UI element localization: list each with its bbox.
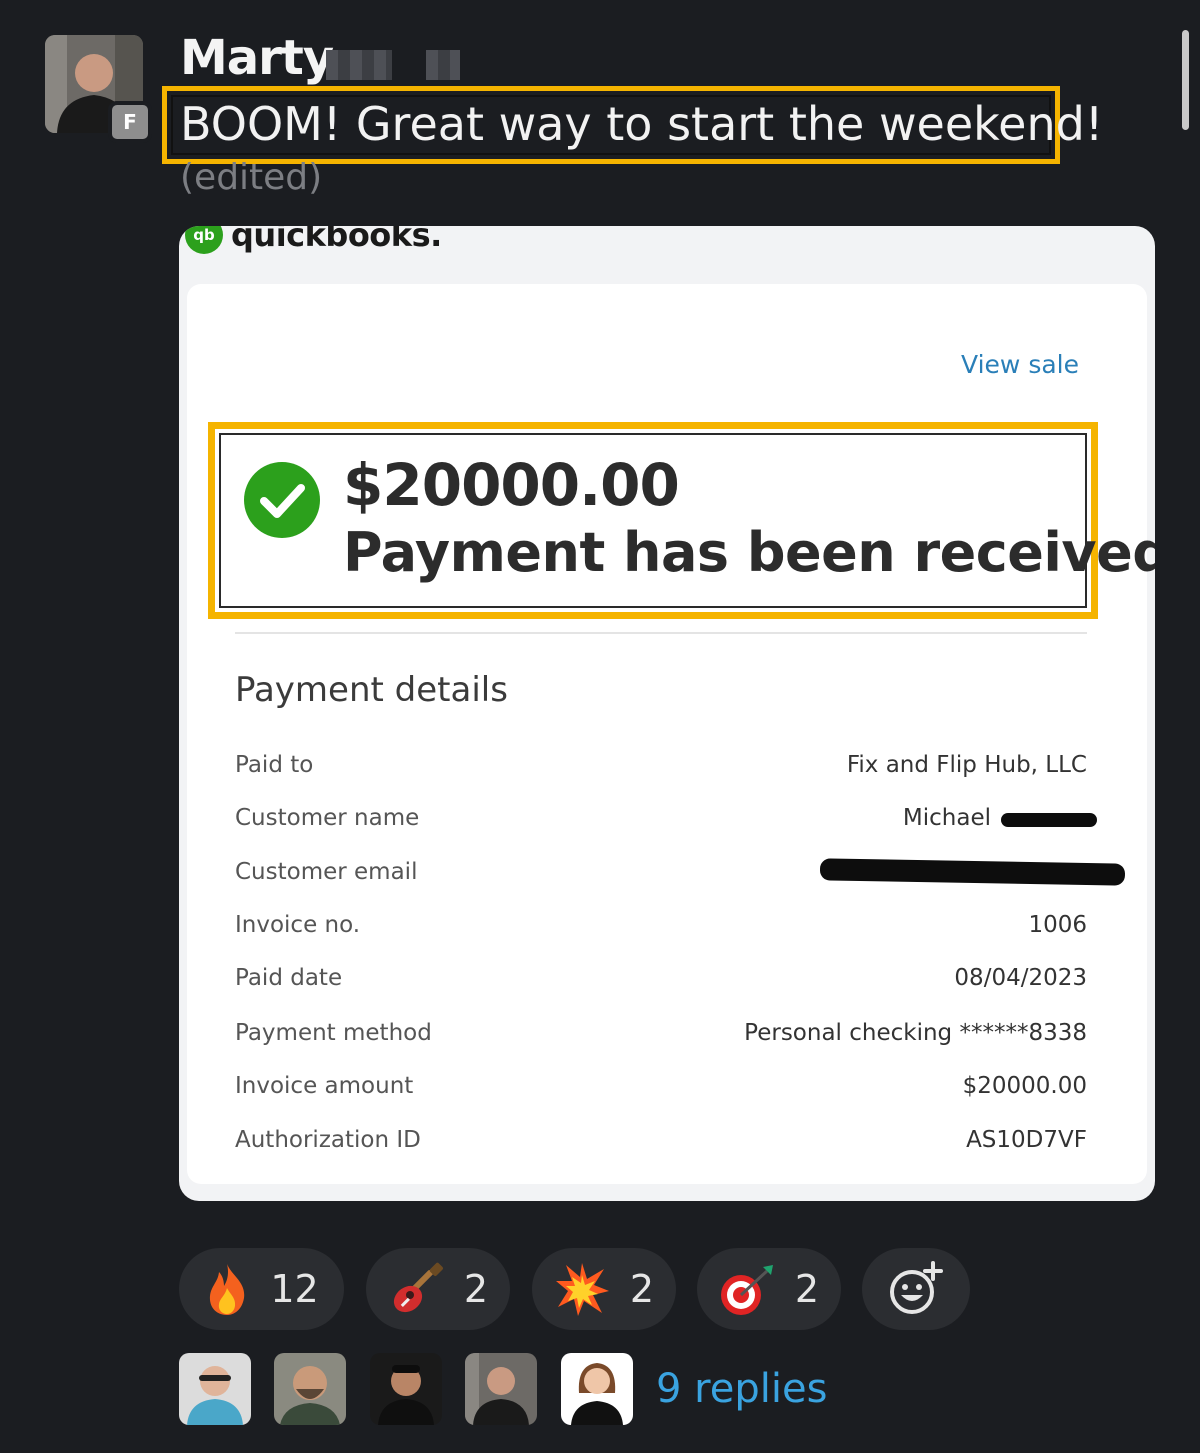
detail-value: 1006 xyxy=(1028,912,1087,938)
quickbooks-wordmark: quickbooks. xyxy=(231,226,442,254)
detail-value: $20000.00 xyxy=(962,1073,1087,1099)
thread-participant-avatar[interactable] xyxy=(274,1353,346,1425)
detail-value: 08/04/2023 xyxy=(954,965,1087,991)
author-name[interactable]: Marty xyxy=(180,30,334,86)
detail-label: Payment method xyxy=(235,1020,432,1046)
detail-value: Fix and Flip Hub, LLC xyxy=(846,752,1087,778)
replies-link[interactable]: 9 replies xyxy=(656,1366,827,1412)
detail-row-paid-to: Paid to Fix and Flip Hub, LLC xyxy=(235,752,1087,786)
reaction-fire[interactable]: 12 xyxy=(179,1248,344,1330)
reaction-guitar[interactable]: 2 xyxy=(366,1248,510,1330)
reaction-count: 2 xyxy=(629,1267,655,1311)
add-reaction-icon xyxy=(890,1261,943,1314)
detail-row-paid-date: Paid date 08/04/2023 xyxy=(235,965,1087,999)
divider xyxy=(235,632,1087,634)
reaction-count: 2 xyxy=(794,1267,820,1311)
reaction-collision[interactable]: 2 xyxy=(532,1248,676,1330)
thread-participant-avatar[interactable] xyxy=(561,1353,633,1425)
detail-row-customer-name: Customer name Michael xyxy=(235,805,1097,839)
detail-row-invoice-amount: Invoice amount $20000.00 xyxy=(235,1073,1087,1107)
edited-label: (edited) xyxy=(180,157,323,198)
detail-label: Paid date xyxy=(235,965,343,991)
redaction-scribble xyxy=(819,858,1126,886)
thread-participant-avatar[interactable] xyxy=(179,1353,251,1425)
redaction-scribble xyxy=(1001,813,1097,827)
detail-label: Customer email xyxy=(235,859,418,885)
detail-label: Invoice no. xyxy=(235,912,361,938)
detail-value: Personal checking ******8338 xyxy=(744,1020,1087,1046)
detail-row-authorization-id: Authorization ID AS10D7VF xyxy=(235,1127,1087,1161)
redacted-name xyxy=(426,50,460,80)
image-attachment[interactable]: qb quickbooks. View sale $20000.00 Payme… xyxy=(179,226,1155,1201)
payment-receipt: View sale $20000.00 Payment has been rec… xyxy=(187,284,1155,1184)
guitar-emoji-icon xyxy=(393,1262,443,1313)
quickbooks-logo: qb quickbooks. xyxy=(185,226,442,254)
detail-value: AS10D7VF xyxy=(966,1127,1087,1153)
thread-participant-avatar[interactable] xyxy=(370,1353,442,1425)
detail-label: Invoice amount xyxy=(235,1073,414,1099)
detail-label: Authorization ID xyxy=(235,1127,421,1153)
direct-hit-emoji-icon xyxy=(720,1265,773,1315)
collision-emoji-icon xyxy=(555,1263,609,1316)
detail-row-customer-email: Customer email xyxy=(235,858,1126,893)
detail-row-invoice-no: Invoice no. 1006 xyxy=(235,912,1087,946)
payment-status: Payment has been received xyxy=(343,521,1155,584)
quickbooks-logo-icon: qb xyxy=(185,226,223,254)
reaction-count: 2 xyxy=(463,1267,489,1311)
reaction-direct-hit[interactable]: 2 xyxy=(697,1248,841,1330)
payment-details-title: Payment details xyxy=(235,670,508,710)
view-sale-link[interactable]: View sale xyxy=(961,350,1079,379)
detail-value: Michael xyxy=(902,805,991,831)
detail-label: Paid to xyxy=(235,752,314,778)
fire-emoji-icon xyxy=(210,1264,245,1315)
check-circle-icon xyxy=(244,462,320,538)
reaction-count: 12 xyxy=(270,1267,319,1311)
payment-highlight: $20000.00 Payment has been received xyxy=(208,422,1155,619)
payment-amount: $20000.00 xyxy=(343,451,680,519)
message-text: BOOM! Great way to start the weekend! xyxy=(180,97,1104,151)
user-badge: F xyxy=(108,101,152,143)
thread-participant-avatar[interactable] xyxy=(465,1353,537,1425)
detail-row-payment-method: Payment method Personal checking ******8… xyxy=(235,1020,1087,1054)
redacted-name xyxy=(326,50,392,80)
detail-label: Customer name xyxy=(235,805,420,831)
add-reaction-button[interactable] xyxy=(862,1248,970,1330)
scrollbar[interactable] xyxy=(1182,30,1189,130)
